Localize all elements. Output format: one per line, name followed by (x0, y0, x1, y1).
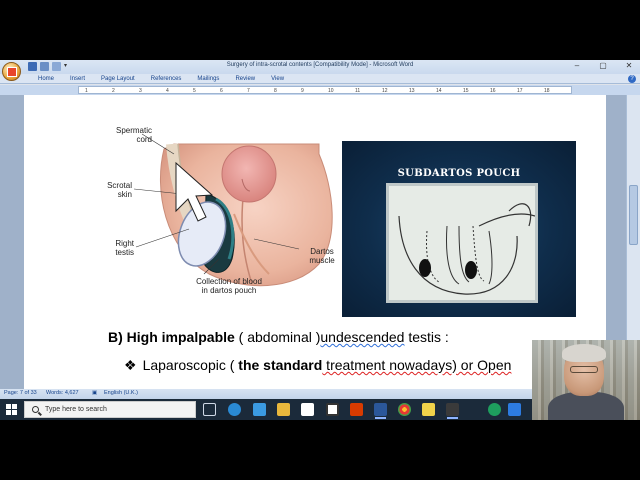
window-title: Surgery of intra-scrotal contents [Compa… (226, 62, 414, 68)
start-tile (6, 410, 11, 415)
store-icon[interactable] (326, 403, 339, 416)
start-tile (12, 410, 17, 415)
taskbar-search-box[interactable]: Type here to search (24, 401, 196, 418)
heading-prefix: B) (108, 329, 127, 345)
section-heading: B) High impalpable ( abdominal )undescen… (108, 329, 449, 345)
ruler-tick: 13 (409, 88, 415, 94)
ruler-strip[interactable]: 1 2 3 4 5 6 7 8 9 10 11 12 13 14 15 16 1… (78, 86, 572, 94)
tab-insert[interactable]: Insert (62, 75, 93, 83)
presenter-hair (562, 344, 606, 362)
scrollbar-thumb[interactable] (629, 185, 638, 245)
tab-page-layout[interactable]: Page Layout (93, 75, 143, 83)
webcam-overlay (532, 340, 640, 420)
mail-icon[interactable] (350, 403, 363, 416)
task-view-icon[interactable] (203, 403, 216, 416)
status-words[interactable]: Words: 4,627 (46, 390, 79, 396)
ribbon-tabs: Home Insert Page Layout References Maili… (30, 75, 292, 83)
heading-rest-2: testis : (404, 329, 449, 345)
tab-home[interactable]: Home (30, 75, 62, 83)
label-collection-of-blood: Collection of blood in dartos pouch (196, 277, 262, 295)
ruler-tick: 18 (544, 88, 550, 94)
help-icon[interactable]: ? (628, 75, 636, 83)
screen: ▾ Surgery of intra-scrotal contents [Com… (0, 0, 640, 480)
pouch-drawing (398, 203, 536, 295)
label-dartos-muscle: Dartos muscle (309, 247, 335, 265)
window-controls: – ▢ ✕ (570, 61, 636, 70)
ruler-tick: 10 (328, 88, 334, 94)
edge-browser-icon[interactable] (228, 403, 241, 416)
start-tile (6, 404, 11, 409)
amazon-icon[interactable] (301, 403, 314, 416)
pouch-sketch (386, 183, 538, 303)
heading-rest-1: ( abdominal ) (234, 329, 321, 345)
ruler-tick: 1 (85, 88, 88, 94)
bullet-text-2: treatment nowadays) or Open (322, 357, 512, 373)
label-scrotal-skin: Scrotal skin (107, 181, 132, 199)
scrotum-diagram: Spermatic cord Scrotal skin Right testis… (94, 99, 344, 299)
ruler-tick: 8 (274, 88, 277, 94)
recorder-icon[interactable] (446, 403, 459, 419)
ruler-tick: 12 (382, 88, 388, 94)
search-icon (32, 406, 39, 413)
start-windows-icon[interactable] (6, 404, 17, 415)
slide-title: SUBDARTOS POUCH (397, 168, 521, 179)
ruler-tick: 9 (301, 88, 304, 94)
ruler-tick: 17 (517, 88, 523, 94)
presenter-glasses (570, 366, 598, 373)
ribbon-tabs-bar: Home Insert Page Layout References Maili… (0, 74, 640, 84)
ruler-tick: 16 (490, 88, 496, 94)
bullet-bold: the standard (238, 357, 323, 373)
network-icon[interactable] (488, 403, 501, 416)
tab-view[interactable]: View (263, 75, 292, 83)
status-page[interactable]: Page: 7 of 33 (4, 390, 37, 396)
search-placeholder: Type here to search (45, 406, 107, 413)
title-bar: ▾ Surgery of intra-scrotal contents [Com… (0, 60, 640, 74)
label-spermatic-cord: Spermatic cord (115, 126, 152, 144)
ruler-tick: 2 (112, 88, 115, 94)
heading-bold: High impalpable (126, 329, 235, 345)
maximize-button[interactable]: ▢ (596, 61, 610, 70)
heading-undescended: undescended (320, 329, 405, 345)
ruler-tick: 5 (193, 88, 196, 94)
bullet-text-1: Laparoscopic ( (142, 357, 239, 373)
close-button[interactable]: ✕ (622, 61, 636, 70)
ruler-tick: 7 (247, 88, 250, 94)
status-language[interactable]: English (U.K.) (104, 390, 138, 396)
tab-review[interactable]: Review (227, 75, 263, 83)
chrome-icon[interactable] (398, 403, 411, 416)
file-explorer-icon[interactable] (277, 403, 290, 416)
ruler-tick: 11 (355, 88, 361, 94)
office-button[interactable] (2, 62, 21, 81)
horizontal-ruler[interactable]: 1 2 3 4 5 6 7 8 9 10 11 12 13 14 15 16 1… (0, 85, 640, 95)
sticky-notes-icon[interactable] (422, 403, 435, 416)
word-app-icon[interactable] (374, 403, 387, 419)
office-logo-icon (7, 67, 17, 77)
subdartos-pouch-slide: SUBDARTOS POUCH (342, 141, 576, 317)
ruler-tick: 4 (166, 88, 169, 94)
ruler-tick: 3 (139, 88, 142, 94)
document-page[interactable]: Spermatic cord Scrotal skin Right testis… (24, 95, 606, 420)
minimize-button[interactable]: – (570, 61, 584, 70)
bullet-line: ❖ Laparoscopic ( the standard treatment n… (124, 357, 511, 374)
start-tile (12, 404, 17, 409)
tab-mailings[interactable]: Mailings (189, 75, 227, 83)
ruler-tick: 14 (436, 88, 442, 94)
ruler-tick: 15 (463, 88, 469, 94)
tab-references[interactable]: References (143, 75, 190, 83)
bullet-symbol: ❖ (124, 357, 137, 373)
label-right-testis: Right testis (115, 239, 134, 257)
status-spellcheck-icon[interactable]: ▣ (92, 390, 97, 396)
visual-studio-icon[interactable] (253, 403, 266, 416)
app-tray-icon[interactable] (508, 403, 521, 416)
presenter-body (548, 392, 624, 420)
ruler-tick: 6 (220, 88, 223, 94)
